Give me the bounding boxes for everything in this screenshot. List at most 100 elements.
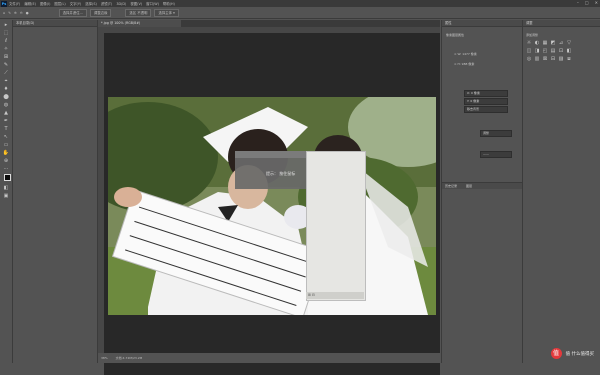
status-bar: 38% 文档:4.72M/23.2M — [98, 353, 440, 363]
menu-view[interactable]: 视图(V) — [130, 1, 142, 6]
document-area: *.jpg @ 100% (RGB/8#) 提示： 按住鼠标 ⊞ ⊟ — [98, 20, 440, 375]
watermark-text: 值 什么值得买 — [565, 351, 594, 357]
close-icon[interactable]: ✕ — [595, 0, 598, 5]
y-field[interactable]: Y: 0 像素 — [464, 98, 508, 105]
x-field[interactable]: X: 0 像素 — [464, 90, 508, 97]
select-and-mask-button[interactable]: 选择并遮住... — [58, 8, 87, 17]
lasso-tool-icon[interactable]: ℓ — [3, 38, 9, 44]
stamp-tool-icon[interactable]: ♦ — [3, 86, 9, 92]
photo-filter-icon[interactable]: ▤ — [550, 48, 556, 54]
opacity-field[interactable]: 选区 不透明 — [125, 8, 152, 17]
marquee-tool-icon[interactable]: ⬚ — [3, 30, 9, 36]
layers-tab[interactable]: 图层 — [466, 184, 472, 188]
wedding-photo[interactable] — [108, 97, 436, 315]
maximize-icon[interactable]: □ — [585, 0, 589, 5]
color-lookup-icon[interactable]: ◧ — [566, 48, 572, 54]
subtract-selection-icon[interactable]: ⊖ — [20, 11, 23, 15]
adjustment-icons-row-3: ◎ ▥ ⊠ ⊟ ▨ ⧈ — [526, 56, 572, 62]
rectangle-tool-icon[interactable]: ▭ — [3, 142, 9, 148]
menu-bar: Ps 文件(F) 编辑(E) 图像(I) 图层(L) 文字(Y) 选择(S) 滤… — [0, 0, 600, 7]
home-icon[interactable]: ⌂ — [3, 11, 5, 15]
hint-dialog-text: 提示： 按住鼠标 — [266, 171, 296, 176]
adjustments-tab[interactable]: 调整 — [523, 20, 600, 27]
properties-subtitle: 像素图层属性 — [446, 33, 465, 37]
menu-help[interactable]: 帮助(H) — [163, 1, 175, 6]
tools-panel: ▸ ⬚ ℓ ✧ ⊞ ✎ ⟋ ⌖ ♦ ⬤ ◍ ▲ ✒ T ↖ ▭ ✋ ⊕ ⋯ ◧ … — [0, 20, 13, 363]
slider-field[interactable]: —— — [480, 151, 512, 158]
healing-tool-icon[interactable]: ⟋ — [3, 70, 9, 76]
menu-layer[interactable]: 图层(L) — [54, 1, 65, 6]
select-subject-dropdown[interactable]: 选择主体 ▾ — [154, 8, 179, 17]
remove-background-button[interactable]: 移去背景 — [464, 106, 508, 113]
watermark: 值 值 什么值得买 — [550, 348, 594, 359]
properties-tab[interactable]: 属性 — [442, 20, 522, 27]
brush-tool-icon[interactable]: ⌖ — [3, 78, 9, 84]
curves-icon[interactable]: ▦ — [542, 40, 548, 46]
eraser-tool-icon[interactable]: ◍ — [3, 102, 9, 108]
quick-selection-tool-icon[interactable]: ✧ — [3, 46, 9, 52]
options-bar: ⌂ ✎ ⊕ ⊖ ● 选择并遮住... 调整边缘 选区 不透明 选择主体 ▾ — [0, 7, 600, 19]
adjustments-panel: 调整 添加调整 ☼ ◐ ▦ ◩ ⊿ ▽ ◫ ◨ ◰ ▤ ⊡ ◧ ◎ ▥ ⊠ ⊟ … — [522, 20, 600, 363]
height-value[interactable]: ∞ H: 988 像素 — [454, 62, 474, 66]
panel-footer-icon[interactable]: ⊞ ⊟ — [308, 293, 315, 297]
hue-saturation-icon[interactable]: ◫ — [526, 48, 532, 54]
history-brush-tool-icon[interactable]: ⬤ — [3, 94, 9, 100]
levels-icon[interactable]: ◐ — [534, 40, 540, 46]
crop-tool-icon[interactable]: ⊞ — [3, 54, 9, 60]
brush-size-icon[interactable]: ● — [26, 11, 29, 15]
document-tab[interactable]: *.jpg @ 100% (RGB/8#) — [98, 20, 181, 27]
quick-mask-icon[interactable]: ◧ — [3, 185, 9, 191]
screen-mode-icon[interactable]: ▣ — [3, 193, 9, 199]
move-tool-icon[interactable]: ▸ — [3, 22, 9, 28]
photo-content — [108, 97, 436, 315]
pattern-icon[interactable]: ▨ — [558, 56, 564, 62]
color-swatches[interactable] — [3, 173, 13, 184]
menu-edit[interactable]: 编辑(E) — [24, 1, 36, 6]
menu-window[interactable]: 窗口(W) — [146, 1, 159, 6]
left-panel-tab[interactable]: 本机目录(D) — [13, 20, 97, 27]
eyedropper-tool-icon[interactable]: ✎ — [3, 62, 9, 68]
invert-icon[interactable]: ◎ — [526, 56, 532, 62]
solid-color-icon[interactable]: ⧈ — [566, 56, 572, 62]
minimize-icon[interactable]: – — [577, 0, 579, 5]
menu-type[interactable]: 文字(Y) — [70, 1, 82, 6]
gradient-map-icon[interactable]: ▽ — [566, 40, 572, 46]
zoom-level[interactable]: 38% — [101, 356, 108, 360]
threshold-icon[interactable]: ⊠ — [542, 56, 548, 62]
photoshop-logo: Ps — [1, 0, 7, 7]
pen-tool-icon[interactable]: ✒ — [3, 118, 9, 124]
selective-color-icon[interactable]: ⊟ — [550, 56, 556, 62]
path-selection-tool-icon[interactable]: ↖ — [3, 134, 9, 140]
hand-tool-icon[interactable]: ✋ — [3, 150, 9, 156]
quick-select-icon[interactable]: ✎ — [8, 11, 11, 15]
brightness-icon[interactable]: ☼ — [526, 40, 532, 46]
canvas[interactable] — [104, 33, 440, 375]
menu-image[interactable]: 图像(I) — [40, 1, 50, 6]
adjustments-subtitle: 添加调整 — [526, 33, 539, 37]
refine-edge-button[interactable]: 调整边缘 — [89, 8, 112, 17]
zoom-tool-icon[interactable]: ⊕ — [3, 158, 9, 164]
type-tool-icon[interactable]: T — [3, 126, 9, 132]
more-tools-icon[interactable]: ⋯ — [3, 166, 9, 172]
history-tab[interactable]: 历史记录 — [445, 184, 457, 188]
adjustment-icons-row-2: ◫ ◨ ◰ ▤ ⊡ ◧ — [526, 48, 572, 54]
dialog-side-panel-footer: ⊞ ⊟ — [306, 292, 364, 299]
adjust-field[interactable]: 调整 — [480, 130, 512, 137]
width-value[interactable]: ∞ W: 1477 像素 — [454, 52, 477, 56]
menu-3d[interactable]: 3D(D) — [116, 2, 126, 6]
dialog-side-panel — [306, 151, 366, 301]
channel-mixer-icon[interactable]: ⊡ — [558, 48, 564, 54]
document-tab-bar: *.jpg @ 100% (RGB/8#) — [98, 20, 440, 27]
color-balance-icon[interactable]: ◨ — [534, 48, 540, 54]
gradient-tool-icon[interactable]: ▲ — [3, 110, 9, 116]
add-selection-icon[interactable]: ⊕ — [14, 11, 17, 15]
menu-filter[interactable]: 滤镜(T) — [101, 1, 113, 6]
menu-file[interactable]: 文件(F) — [9, 1, 20, 6]
properties-panel: 属性 像素图层属性 ∞ W: 1477 像素 ∞ H: 988 像素 X: 0 … — [441, 20, 522, 363]
menu-select[interactable]: 选择(S) — [85, 1, 97, 6]
posterize-icon[interactable]: ▥ — [534, 56, 540, 62]
foreground-color-swatch[interactable] — [4, 173, 11, 181]
black-white-icon[interactable]: ◰ — [542, 48, 548, 54]
vibrance-icon[interactable]: ⊿ — [558, 40, 564, 46]
exposure-icon[interactable]: ◩ — [550, 40, 556, 46]
